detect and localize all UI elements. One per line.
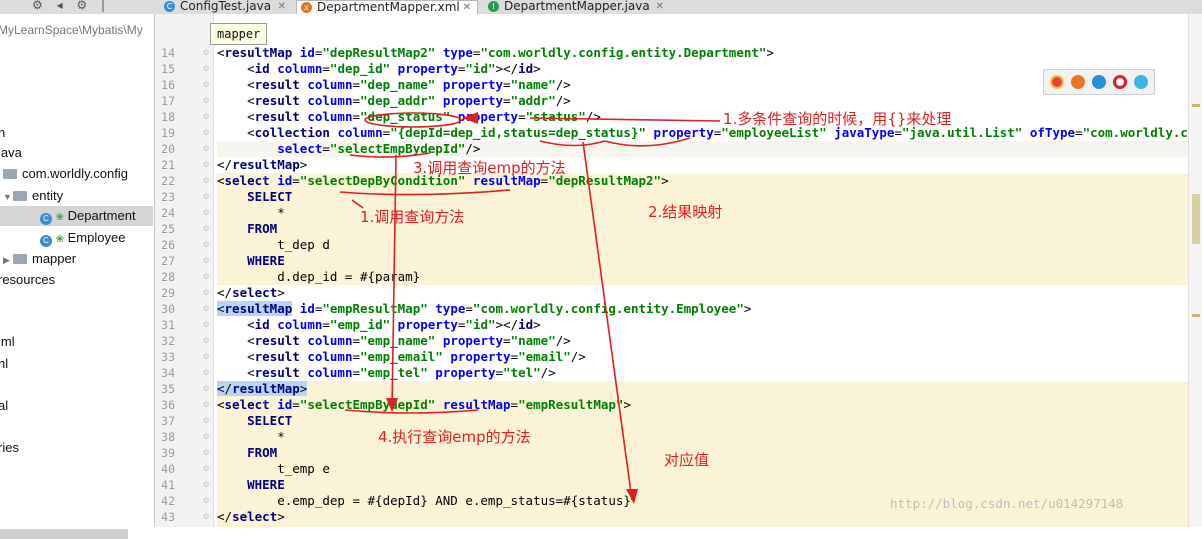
annotation-arrow (529, 117, 721, 122)
annotation-underline (339, 189, 511, 196)
annotation-ellipse (364, 112, 462, 128)
annotation-label: 3.调用查询emp的方法 (413, 159, 566, 177)
watermark: http://blog.csdn.net/u014297148 (890, 496, 1124, 511)
sidebar-scrollbar[interactable] (0, 529, 128, 539)
annotation-overlay (339, 112, 721, 504)
annotation-label: 1.多条件查询的时候，用{}来处理 (723, 110, 952, 128)
annotation-label: 2.结果映射 (648, 203, 723, 221)
annotation-label: 4.执行查询emp的方法 (378, 428, 531, 446)
annotation-underline (349, 152, 431, 158)
annotation-underline (539, 140, 606, 147)
annotation-arrow (351, 199, 364, 209)
annotation-underline (344, 409, 479, 414)
annotation-arrow (582, 141, 633, 501)
annotation-label: 1.调用查询方法 (360, 208, 465, 226)
arrowhead-icon (386, 398, 398, 412)
annotation-arrow (391, 154, 397, 411)
annotation-label: 对应值 (664, 451, 710, 469)
arrowhead-icon (626, 489, 638, 504)
annotation-underline (604, 137, 691, 147)
arrowhead-icon (462, 112, 478, 124)
